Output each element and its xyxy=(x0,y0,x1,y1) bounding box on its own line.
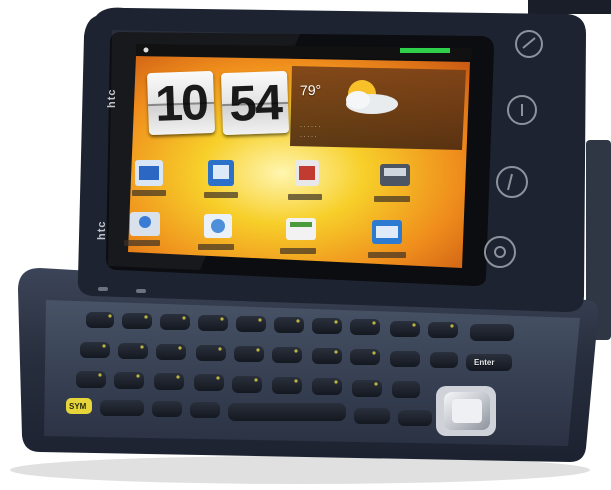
brand-logo-top: htc xyxy=(106,88,118,109)
browser-icon[interactable] xyxy=(368,220,406,258)
mail-icon[interactable] xyxy=(132,160,166,196)
space-key[interactable] xyxy=(228,403,346,421)
weather-temperature: 79° xyxy=(299,81,322,99)
enter-key-label: Enter xyxy=(474,358,495,367)
svg-text:· · · · · ·: · · · · · · xyxy=(300,124,320,130)
brand-logo: htc xyxy=(96,220,108,241)
phone-photo: · · · · · · · · · · · xyxy=(10,0,611,484)
photos-icon[interactable] xyxy=(204,160,238,198)
clock-hour: 10 xyxy=(146,70,216,136)
sym-key-label: SYM xyxy=(69,402,87,411)
svg-text:· · · · ·: · · · · · xyxy=(300,134,317,140)
optical-trackpad[interactable] xyxy=(436,386,496,436)
clock-minute: 54 xyxy=(220,70,290,136)
battery-icon xyxy=(400,48,450,53)
